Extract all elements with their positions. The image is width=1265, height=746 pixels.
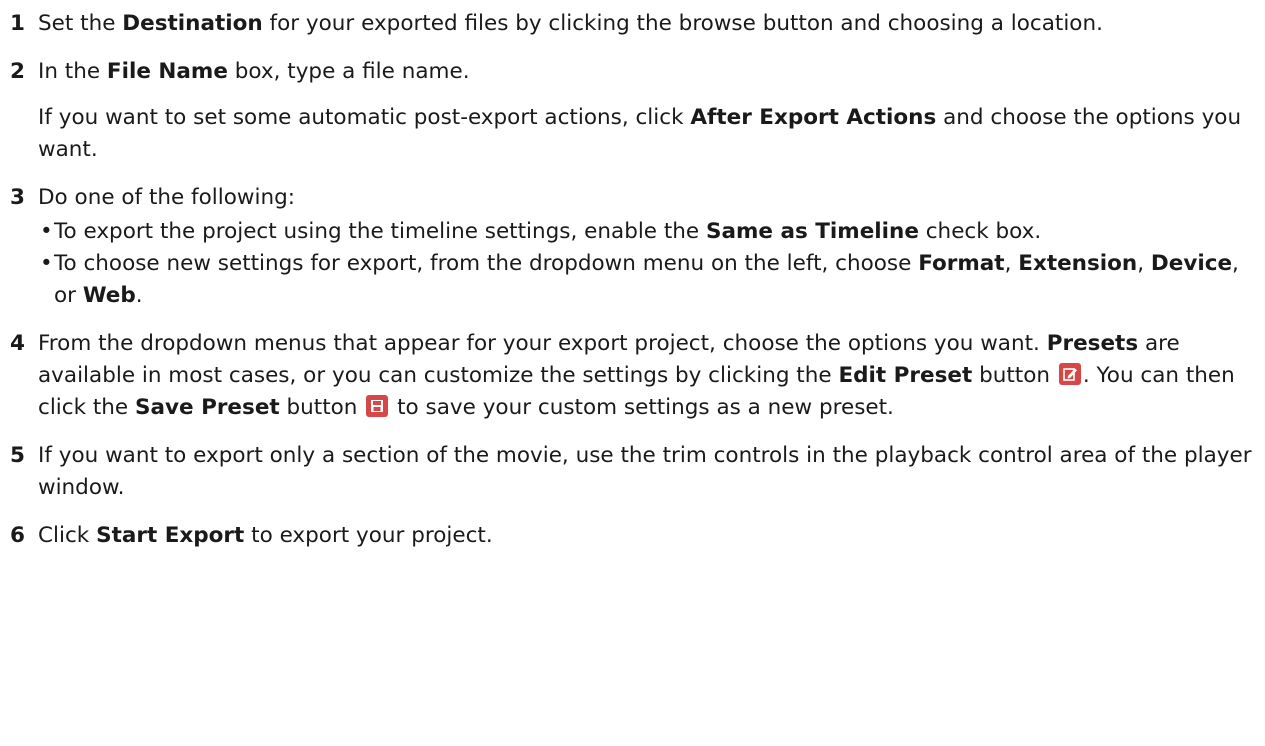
text-run: From the dropdown menus that appear for … (38, 331, 1047, 356)
step-body: Click Start Export to export your projec… (38, 520, 1255, 552)
step-body: Set the Destination for your exported fi… (38, 8, 1255, 40)
step-5: 5 If you want to export only a section o… (10, 440, 1255, 504)
step-6: 6 Click Start Export to export your proj… (10, 520, 1255, 552)
step-body: If you want to export only a section of … (38, 440, 1255, 504)
text-run: Click (38, 523, 97, 548)
save-preset-term: Save Preset (135, 395, 280, 420)
after-export-actions-term: After Export Actions (690, 105, 937, 130)
step-number: 1 (10, 11, 25, 36)
step-text: From the dropdown menus that appear for … (38, 328, 1255, 424)
list-item: To choose new settings for export, from … (38, 248, 1255, 312)
instruction-document: 1 Set the Destination for your exported … (0, 0, 1265, 746)
text-run: to save your custom settings as a new pr… (390, 395, 894, 420)
step-body: From the dropdown menus that appear for … (38, 328, 1255, 424)
text-run: , (1137, 251, 1151, 276)
step-2: 2 In the File Name box, type a file name… (10, 56, 1255, 166)
text-run: to export your project. (244, 523, 493, 548)
save-preset-icon (366, 395, 389, 417)
step-text: If you want to export only a section of … (38, 443, 1252, 500)
presets-term: Presets (1046, 331, 1139, 356)
step-text: Click Start Export to export your projec… (38, 520, 1255, 552)
step-3: 3 Do one of the following: To export the… (10, 182, 1255, 312)
step-text: Do one of the following: (38, 185, 295, 210)
step-1: 1 Set the Destination for your exported … (10, 8, 1255, 40)
destination-term: Destination (122, 11, 263, 36)
text-run: Set the (38, 11, 123, 36)
text-run: button (279, 395, 365, 420)
text-run: button (972, 363, 1057, 388)
text-run: In the (38, 59, 107, 84)
text-run: for your exported files by clicking the … (262, 11, 1103, 36)
edit-preset-term: Edit Preset (838, 363, 973, 388)
list-item: To export the project using the timeline… (38, 216, 1255, 248)
text-run: , (1004, 251, 1019, 276)
file-name-term: File Name (106, 59, 228, 84)
text-run: . (135, 283, 143, 308)
text-run: box, type a file name. (227, 59, 470, 84)
step-number: 2 (10, 59, 25, 84)
web-term: Web (82, 283, 136, 308)
text-run: To export the project using the timeline… (54, 219, 706, 244)
extension-term: Extension (1018, 251, 1138, 276)
step-text: In the File Name box, type a file name. (38, 56, 1255, 88)
step-number: 6 (10, 523, 25, 548)
step-number: 4 (10, 331, 25, 356)
step-number: 5 (10, 443, 25, 468)
format-term: Format (918, 251, 1005, 276)
step-text: Set the Destination for your exported fi… (38, 8, 1255, 40)
edit-preset-icon (1058, 363, 1081, 385)
same-as-timeline-term: Same as Timeline (706, 219, 919, 244)
step-body: In the File Name box, type a file name. … (38, 56, 1255, 166)
step-4: 4 From the dropdown menus that appear fo… (10, 328, 1255, 424)
start-export-term: Start Export (96, 523, 245, 548)
step-number: 3 (10, 185, 25, 210)
option-list: To export the project using the timeline… (38, 216, 1255, 312)
step-body: Do one of the following: To export the p… (38, 182, 1255, 312)
step-subtext: If you want to set some automatic post-e… (38, 102, 1255, 166)
text-run: If you want to set some automatic post-e… (38, 105, 691, 130)
text-run: check box. (918, 219, 1042, 244)
device-term: Device (1150, 251, 1233, 276)
text-run: To choose new settings for export, from … (54, 251, 919, 276)
